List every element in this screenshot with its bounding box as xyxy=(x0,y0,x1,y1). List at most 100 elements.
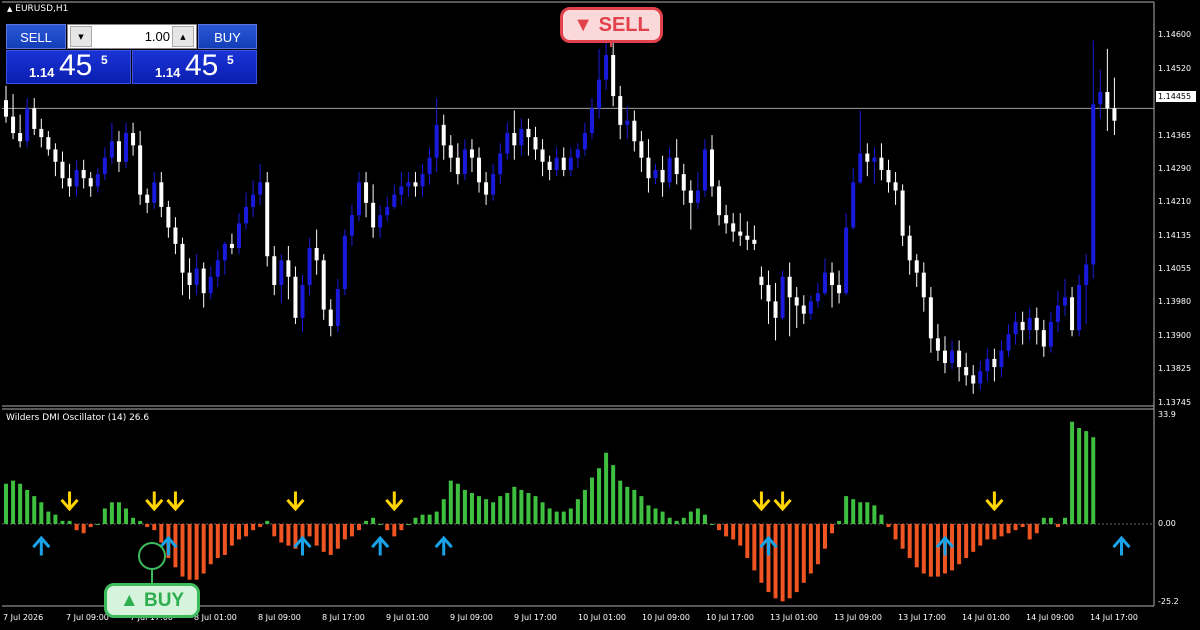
oscillator-bar xyxy=(102,508,107,524)
lot-decrease-button[interactable]: ▼ xyxy=(70,26,92,47)
oscillator-bar xyxy=(434,511,439,524)
oscillator-bar xyxy=(1027,523,1032,540)
candle-body xyxy=(907,235,912,261)
price-axis-label: 1.13900 xyxy=(1158,331,1192,340)
oscillator-bar xyxy=(759,523,764,583)
price-axis-label: 1.14210 xyxy=(1158,197,1192,206)
candle-body xyxy=(674,157,679,175)
time-axis-label: 9 Jul 01:00 xyxy=(386,613,429,622)
candle-body xyxy=(646,157,651,179)
oscillator-bar xyxy=(526,493,531,524)
oscillator-bar xyxy=(53,514,58,524)
chart-canvas[interactable] xyxy=(0,0,1200,630)
oscillator-bar xyxy=(533,496,538,524)
candle-body xyxy=(4,100,8,117)
candle-body xyxy=(632,120,637,142)
candle-body xyxy=(201,268,206,294)
oscillator-bar xyxy=(441,499,446,524)
candle-body xyxy=(81,169,86,179)
oscillator-bar xyxy=(67,520,72,524)
candle-body xyxy=(88,178,93,187)
lot-increase-button[interactable]: ▲ xyxy=(172,26,194,47)
candle-body xyxy=(328,309,333,327)
candle-body xyxy=(109,141,114,158)
sell-button[interactable]: SELL xyxy=(6,24,66,49)
candle-body xyxy=(385,206,390,216)
oscillator-bar xyxy=(215,523,220,559)
price-axis-label: 1.14290 xyxy=(1158,164,1192,173)
oscillator-bar xyxy=(582,489,587,524)
oscillator-bar xyxy=(1084,431,1089,524)
candle-body xyxy=(173,227,178,244)
candle-body xyxy=(1027,317,1032,331)
oscillator-bar xyxy=(251,523,256,531)
oscillator-bar xyxy=(81,523,86,534)
candle-body xyxy=(1048,321,1053,347)
buy-price-fraction: 5 xyxy=(227,53,234,67)
lot-size-input[interactable]: 1.00 xyxy=(94,25,170,48)
candle-body xyxy=(688,190,693,203)
symbol-timeframe-label: EURUSD,H1 xyxy=(15,4,69,14)
candle-body xyxy=(512,133,517,146)
oscillator-bar xyxy=(194,523,199,580)
oscillator-bar xyxy=(731,523,736,540)
candle-body xyxy=(484,182,489,195)
buy-signal-badge: ▲ BUY xyxy=(104,583,200,618)
price-axis-label: 1.14600 xyxy=(1158,30,1192,39)
oscillator-bar xyxy=(145,523,150,528)
collapse-triangle-icon[interactable]: ▲ xyxy=(7,5,12,13)
oscillator-bar xyxy=(385,523,390,531)
time-axis-label: 13 Jul 17:00 xyxy=(898,613,946,622)
oscillator-bar xyxy=(794,523,799,593)
candle-body xyxy=(653,169,658,179)
candle-body xyxy=(794,297,799,306)
candle-body xyxy=(229,243,234,249)
oscillator-bar xyxy=(830,523,835,534)
chart-symbol-title: ▲ EURUSD,H1 xyxy=(7,4,68,14)
oscillator-bar xyxy=(392,523,397,537)
oscillator-bar xyxy=(738,523,743,546)
candle-body xyxy=(1105,91,1110,109)
oscillator-bar xyxy=(455,483,460,524)
oscillator-bar xyxy=(844,496,849,524)
oscillator-bar xyxy=(554,511,559,524)
oscillator-bar xyxy=(335,523,340,549)
price-axis-label: 1.13745 xyxy=(1158,398,1192,407)
current-price-tag: 1.14455 xyxy=(1156,91,1196,102)
oscillator-bar xyxy=(131,517,136,524)
sell-price-display[interactable]: 1.14 45 5 xyxy=(6,49,131,84)
oscillator-bar xyxy=(307,523,312,537)
oscillator-bar xyxy=(787,523,792,599)
oscillator-bar xyxy=(258,523,263,528)
time-axis-label: 8 Jul 09:00 xyxy=(258,613,301,622)
candle-body xyxy=(364,182,369,203)
buy-price-display[interactable]: 1.14 45 5 xyxy=(132,49,257,84)
oscillator-bar xyxy=(1091,437,1096,524)
oscillator-bar xyxy=(469,493,474,524)
candle-body xyxy=(801,305,806,314)
oscillator-bar xyxy=(152,523,157,531)
candle-body xyxy=(74,169,79,187)
sell-price-fraction: 5 xyxy=(101,53,108,67)
candle-body xyxy=(985,358,990,372)
buy-button[interactable]: BUY xyxy=(198,24,257,49)
oscillator-bar xyxy=(321,523,326,552)
candle-body xyxy=(695,190,700,203)
lot-size-stepper[interactable]: ▼ 1.00 ▲ xyxy=(67,24,197,49)
candle-body xyxy=(286,260,291,277)
candle-body xyxy=(498,153,503,175)
candle-body xyxy=(589,108,594,134)
candle-body xyxy=(378,215,383,228)
time-axis-label: 10 Jul 01:00 xyxy=(578,613,626,622)
oscillator-bar xyxy=(837,520,842,524)
candle-body xyxy=(222,243,227,261)
candle-body xyxy=(455,157,460,175)
candle-body xyxy=(660,169,665,183)
candle-body xyxy=(102,157,107,175)
oscillator-bar xyxy=(364,520,369,524)
candle-body xyxy=(893,182,898,191)
candle-body xyxy=(950,350,955,363)
candle-body xyxy=(441,124,446,146)
candle-body xyxy=(413,182,418,187)
candle-body xyxy=(138,145,143,195)
